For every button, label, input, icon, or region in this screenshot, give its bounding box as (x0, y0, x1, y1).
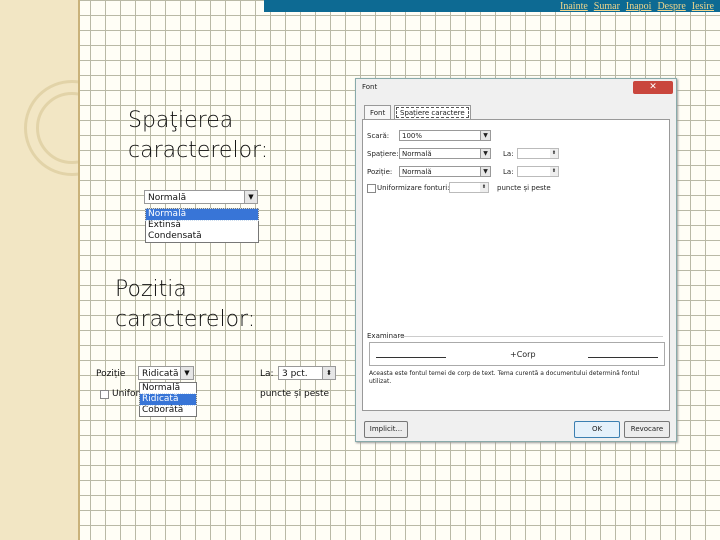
la-label-1: La: (503, 150, 514, 158)
pozitie-la-spinner[interactable]: ⬍ (517, 166, 559, 177)
scara-label: Scară: (367, 132, 390, 140)
spacing-snippet: Normală ▼ Normală Extinsă Condensată (144, 190, 260, 252)
nav-sumar-link[interactable]: Sumar (594, 0, 620, 12)
spatiere-combo[interactable]: Normală ▼ (399, 148, 491, 159)
nav-inapoi-link[interactable]: Inapoi (626, 0, 652, 12)
chevron-down-icon[interactable]: ▼ (480, 149, 490, 158)
top-nav: Inainte Sumar Inapoi Despre Iesire (560, 0, 714, 12)
position-combo[interactable]: Ridicată ▼ (138, 366, 194, 380)
chevron-down-icon[interactable]: ▼ (244, 191, 257, 203)
spatiere-value: Normală (402, 150, 432, 158)
pozitie-combo[interactable]: Normală ▼ (399, 166, 491, 177)
nav-despre-link[interactable]: Despre (657, 0, 685, 12)
font-dialog: Font ✕ Font Spațiere caractere Scară: 10… (355, 78, 677, 442)
cancel-button[interactable]: Revocare (624, 421, 670, 438)
preview-area: +Corp (369, 342, 665, 366)
position-option-ridicata[interactable]: Ridicată (139, 393, 197, 406)
preview-note: Aceasta este fontul temei de corp de tex… (369, 370, 640, 385)
heading-position-line2: caracterelor: (115, 307, 256, 332)
kerning-spinner[interactable]: ⬍ (449, 182, 489, 193)
chevron-down-icon[interactable]: ▼ (480, 131, 490, 140)
heading-spacing-line2: caracterelor: (128, 138, 269, 163)
uniform-checkbox[interactable] (100, 390, 109, 399)
spacing-combo[interactable]: Normală ▼ (144, 190, 258, 204)
la-spinner[interactable]: 3 pct. ⬍ (278, 366, 336, 380)
position-combo-value: Ridicată (142, 369, 179, 379)
spacing-option-condensata[interactable]: Condensată (146, 231, 258, 242)
spinner-arrows-icon[interactable]: ⬍ (322, 367, 335, 379)
preview-divider (399, 336, 663, 337)
ok-button[interactable]: OK (574, 421, 620, 438)
spacing-dropdown-list: Normală Extinsă Condensată (145, 208, 259, 243)
spacing-combo-value: Normală (148, 193, 187, 203)
la-label-2: La: (503, 168, 514, 176)
close-icon[interactable]: ✕ (633, 81, 673, 94)
position-option-normala[interactable]: Normală (140, 383, 196, 394)
spinner-arrows-icon[interactable]: ⬍ (550, 149, 558, 158)
kerning-checkbox[interactable] (367, 184, 376, 193)
puncte-label: puncte și peste (260, 389, 330, 399)
scara-combo[interactable]: 100% ▼ (399, 130, 491, 141)
dialog-panel: Scară: 100% ▼ Spațiere: Normală ▼ La: ⬍ … (362, 119, 670, 411)
heading-position-line1: Pozitia (115, 277, 187, 302)
pozitie-label: Poziție: (367, 168, 393, 176)
heading-spacing-line1: Spaţierea (128, 108, 234, 133)
nav-iesire-link[interactable]: Iesire (692, 0, 714, 12)
spacing-option-extinsa[interactable]: Extinsă (146, 220, 258, 231)
pozitie-value: Normală (402, 168, 432, 176)
kerning-suffix: puncte și peste (497, 184, 551, 192)
spinner-arrows-icon[interactable]: ⬍ (550, 167, 558, 176)
dialog-title: Font (362, 83, 378, 91)
scara-value: 100% (402, 132, 423, 140)
preview-line-right (588, 357, 658, 358)
position-dropdown-list: Normală Ridicată Coborâtă (139, 382, 197, 417)
la-label: La: (260, 369, 274, 379)
chevron-down-icon[interactable]: ▼ (180, 367, 193, 379)
heading-spacing: Spaţierea caracterelor: (128, 106, 268, 166)
position-snippet: Poziție Ridicată ▼ La: 3 pct. ⬍ Uniform … (96, 358, 344, 418)
heading-position: Pozitia caracterelor: (115, 275, 255, 335)
tab-spatiere-caractere[interactable]: Spațiere caractere (394, 105, 471, 120)
la-spinner-value: 3 pct. (282, 369, 308, 379)
left-decorative-band (0, 0, 80, 540)
spacing-option-normala[interactable]: Normală (145, 208, 259, 221)
spatiere-la-spinner[interactable]: ⬍ (517, 148, 559, 159)
nav-inainte-link[interactable]: Inainte (560, 0, 588, 12)
position-option-coborata[interactable]: Coborâtă (140, 405, 196, 416)
chevron-down-icon[interactable]: ▼ (480, 167, 490, 176)
default-button[interactable]: Implicit... (364, 421, 408, 438)
preview-line-left (376, 357, 446, 358)
kerning-label: Uniformizare fonturi: (377, 184, 450, 192)
position-label: Poziție (96, 369, 126, 379)
spatiere-label: Spațiere: (367, 150, 399, 158)
preview-text: +Corp (510, 350, 536, 359)
tab-font[interactable]: Font (364, 105, 392, 120)
spinner-arrows-icon[interactable]: ⬍ (480, 183, 488, 192)
